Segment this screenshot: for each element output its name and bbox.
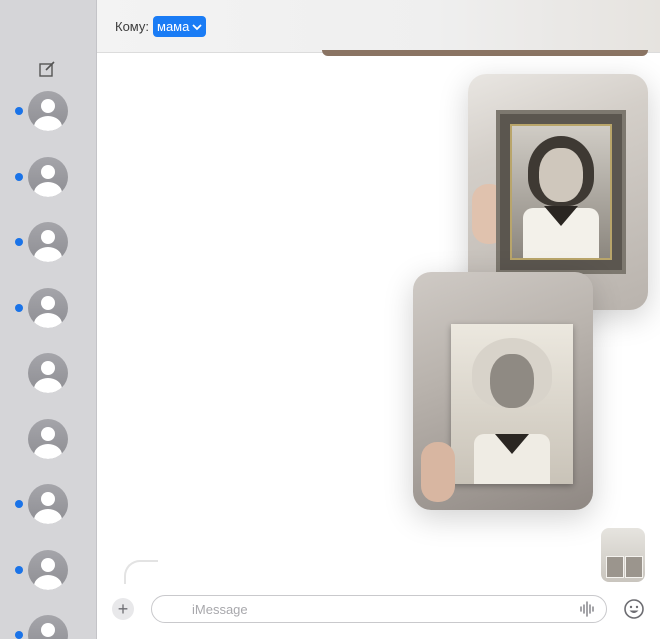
person-body <box>34 509 62 524</box>
framed-portrait <box>496 110 626 274</box>
person-body <box>34 378 62 393</box>
message-header: Кому: мама <box>97 0 660 53</box>
chevron-down-icon <box>192 23 202 30</box>
person-icon <box>41 99 55 113</box>
recipient-token[interactable]: мама <box>153 16 207 37</box>
person-body <box>34 247 62 262</box>
person-body <box>34 574 62 590</box>
person-icon <box>41 164 55 179</box>
recipient-name: мама <box>157 19 190 34</box>
avatar <box>28 287 68 328</box>
unread-dot <box>15 500 23 508</box>
typing-indicator <box>124 560 158 584</box>
conversation-item[interactable] <box>0 414 96 464</box>
person-body <box>34 181 62 197</box>
to-label: Кому: <box>115 19 149 34</box>
unread-dot <box>15 303 23 312</box>
unread-dot <box>15 565 23 574</box>
avatar <box>28 549 68 590</box>
person-icon <box>41 230 55 244</box>
face-shape <box>490 354 534 408</box>
avatar <box>28 484 68 524</box>
conversation-item[interactable] <box>0 86 96 136</box>
conversation-sidebar <box>0 0 97 639</box>
person-body <box>34 443 62 459</box>
person-body <box>34 312 62 328</box>
emoji-icon[interactable] <box>623 598 645 620</box>
avatar <box>28 222 68 262</box>
person-icon <box>41 295 55 310</box>
avatar <box>28 91 68 131</box>
conversation-item[interactable] <box>0 479 96 529</box>
thumb-print <box>606 556 624 578</box>
compose-icon[interactable] <box>38 60 56 78</box>
unread-dot <box>15 631 23 639</box>
avatar <box>28 418 68 459</box>
avatar <box>28 615 68 639</box>
person-icon <box>41 557 55 572</box>
avatar <box>28 353 68 393</box>
person-icon <box>41 426 55 441</box>
face-shape <box>539 148 583 202</box>
conversation-item[interactable] <box>0 283 96 333</box>
conversation-item[interactable] <box>0 348 96 398</box>
unread-dot <box>15 238 23 246</box>
person-body <box>34 116 62 131</box>
person-icon <box>41 492 55 506</box>
person-icon <box>41 623 55 637</box>
conversation-item[interactable] <box>0 217 96 267</box>
previous-image-edge[interactable] <box>322 50 648 56</box>
photo-thumbnail[interactable] <box>601 528 645 582</box>
conversation-item[interactable] <box>0 152 96 202</box>
message-input-placeholder: iMessage <box>192 602 248 617</box>
add-button[interactable]: + <box>112 598 134 620</box>
unread-dot <box>15 172 23 181</box>
waveform-icon[interactable] <box>579 600 597 618</box>
person-icon <box>41 361 55 375</box>
avatar <box>28 156 68 197</box>
photo-message[interactable] <box>413 272 593 510</box>
hand-image <box>421 442 455 502</box>
conversation-item[interactable] <box>0 545 96 595</box>
portrait-image <box>451 324 573 484</box>
conversation-item[interactable] <box>0 610 96 639</box>
message-input[interactable]: iMessage <box>151 595 607 623</box>
thumb-print <box>625 556 643 578</box>
portrait-image <box>510 124 612 260</box>
unread-dot <box>15 107 23 115</box>
